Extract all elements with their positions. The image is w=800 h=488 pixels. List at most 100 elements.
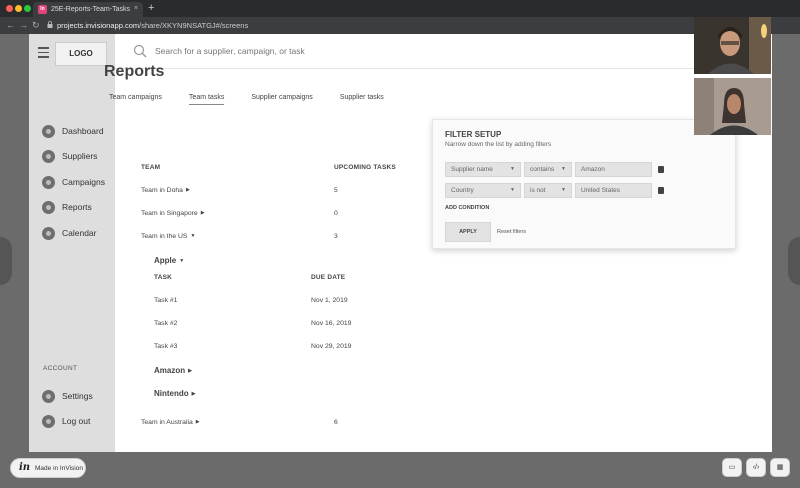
report-tabs: Team campaigns Team tasks Supplier campa… (109, 94, 411, 105)
back-arrow-icon[interactable]: ← (6, 20, 15, 30)
task-due-date: Nov 29, 2019 (311, 343, 352, 350)
team-name: Team in the US (141, 233, 188, 240)
code-icon[interactable]: ‹/› (746, 458, 766, 477)
new-tab-button[interactable]: + (148, 2, 154, 14)
participant-avatar (694, 78, 771, 135)
group-nintendo[interactable]: Nintendo ▶ (154, 389, 196, 398)
sidebar-item-calendar[interactable]: Calendar (42, 226, 97, 240)
sidebar-item-settings[interactable]: Settings (42, 389, 93, 403)
reload-icon[interactable]: ↻ (32, 20, 40, 31)
tab-title: 25E-Reports-Team-Tasks (51, 6, 130, 13)
tab-close-icon[interactable]: × (134, 5, 138, 12)
reports-icon (42, 200, 55, 214)
column-header-task: TASK (154, 274, 173, 281)
filter-value-text: United States (581, 187, 621, 194)
group-label: Amazon (154, 366, 186, 375)
sidebar-item-label: Campaigns (62, 177, 105, 187)
reset-filters-link[interactable]: Reset filters (497, 229, 526, 235)
url-path: /share/XKYN9NSATGJ#/screens (139, 21, 249, 30)
dashboard-icon (42, 124, 55, 138)
add-condition-button[interactable]: ADD CONDITION (445, 205, 489, 211)
participant-avatar (694, 17, 771, 74)
tab-supplier-tasks[interactable]: Supplier tasks (340, 94, 384, 105)
filter-operator-select[interactable]: contains ▼ (524, 162, 572, 177)
sidebar-item-dashboard[interactable]: Dashboard (42, 124, 104, 138)
lock-icon (47, 21, 53, 28)
browser-tab[interactable]: In 25E-Reports-Team-Tasks × (33, 2, 143, 17)
sidebar-item-suppliers[interactable]: Suppliers (42, 149, 97, 163)
sidebar-item-logout[interactable]: Log out (42, 414, 90, 428)
filter-setup-panel: FILTER SETUP Narrow down the list by add… (432, 119, 736, 249)
browser-titlebar: In 25E-Reports-Team-Tasks × + (0, 0, 800, 17)
group-amazon[interactable]: Amazon ▶ (154, 366, 192, 375)
prev-screen-arrow[interactable] (0, 237, 12, 285)
team-row-doha[interactable]: Team in Doha ▶ (141, 187, 190, 194)
participant-video-1 (694, 17, 771, 74)
forward-arrow-icon[interactable]: → (19, 20, 28, 30)
filter-operator-select[interactable]: is not ▼ (524, 183, 572, 198)
made-in-invision-badge[interactable]: in Made in InVision (10, 458, 86, 478)
sidebar-item-label: Calendar (62, 228, 97, 238)
task-due-date: Nov 16, 2019 (311, 320, 352, 327)
task-name[interactable]: Task #1 (154, 297, 177, 304)
column-header-upcoming-tasks: UPCOMING TASKS (334, 164, 396, 171)
column-header-due-date: DUE DATE (311, 274, 346, 281)
url-field[interactable]: projects.invisionapp.com/share/XKYN9NSAT… (57, 21, 248, 30)
filter-subtitle: Narrow down the list by adding filters (445, 141, 552, 148)
apply-button[interactable]: APPLY (445, 222, 491, 242)
sidebar-item-label: Suppliers (62, 151, 98, 161)
invision-favicon-icon: In (38, 5, 47, 14)
logo[interactable]: LOGO (55, 42, 107, 66)
caret-right-icon: ▶ (188, 367, 192, 374)
search-icon (133, 44, 147, 58)
next-screen-arrow[interactable] (788, 237, 800, 285)
filter-title: FILTER SETUP (445, 130, 502, 139)
invision-logo-icon: in (19, 462, 31, 473)
filter-field-value: Supplier name (451, 166, 493, 173)
team-count: 5 (334, 187, 338, 194)
grid-icon[interactable]: ▦ (770, 458, 790, 477)
chevron-down-icon: ▼ (510, 166, 515, 172)
filter-operator-value: contains (530, 166, 555, 173)
tab-team-campaigns[interactable]: Team campaigns (109, 94, 162, 105)
campaigns-icon (42, 175, 55, 189)
filter-value-input[interactable]: Amazon (575, 162, 652, 177)
team-row-australia[interactable]: Team in Australia ▶ (141, 419, 200, 426)
hamburger-menu-icon[interactable] (38, 47, 49, 58)
caret-down-icon: ▼ (190, 233, 196, 240)
zoom-window-button[interactable] (24, 5, 31, 12)
minimize-window-button[interactable] (15, 5, 22, 12)
caret-down-icon: ▼ (179, 257, 185, 264)
team-count: 0 (334, 210, 338, 217)
url-host: projects.invisionapp.com (57, 21, 140, 30)
filter-value-input[interactable]: United States (575, 183, 652, 198)
caret-right-icon: ▶ (200, 210, 205, 217)
column-header-team: TEAM (141, 164, 161, 171)
tab-supplier-campaigns[interactable]: Supplier campaigns (251, 94, 312, 105)
participant-video-2 (694, 78, 771, 135)
sidebar-item-reports[interactable]: Reports (42, 200, 92, 214)
task-name[interactable]: Task #3 (154, 343, 177, 350)
search-input[interactable] (155, 43, 535, 59)
settings-icon (42, 389, 55, 403)
address-bar: ← → ↻ projects.invisionapp.com/share/XKY… (0, 17, 800, 34)
comment-icon[interactable]: ▭ (722, 458, 742, 477)
filter-field-select[interactable]: Country ▼ (445, 183, 521, 198)
task-name[interactable]: Task #2 (154, 320, 177, 327)
sidebar-item-label: Reports (62, 202, 92, 212)
team-count: 3 (334, 233, 338, 240)
team-row-singapore[interactable]: Team in Singapore ▶ (141, 210, 205, 217)
group-apple[interactable]: Apple ▼ (154, 256, 184, 265)
filter-value-text: Amazon (581, 166, 605, 173)
filter-field-select[interactable]: Supplier name ▼ (445, 162, 521, 177)
filter-operator-value: is not (530, 187, 546, 194)
sidebar: LOGO Dashboard Suppliers Campaigns Repor… (29, 34, 115, 452)
team-row-us[interactable]: Team in the US ▼ (141, 233, 195, 240)
team-name: Team in Doha (141, 187, 183, 194)
trash-icon[interactable] (658, 187, 664, 194)
tab-team-tasks[interactable]: Team tasks (188, 94, 225, 105)
top-search-bar (115, 34, 772, 69)
close-window-button[interactable] (6, 5, 13, 12)
sidebar-item-campaigns[interactable]: Campaigns (42, 175, 105, 189)
trash-icon[interactable] (658, 166, 664, 173)
